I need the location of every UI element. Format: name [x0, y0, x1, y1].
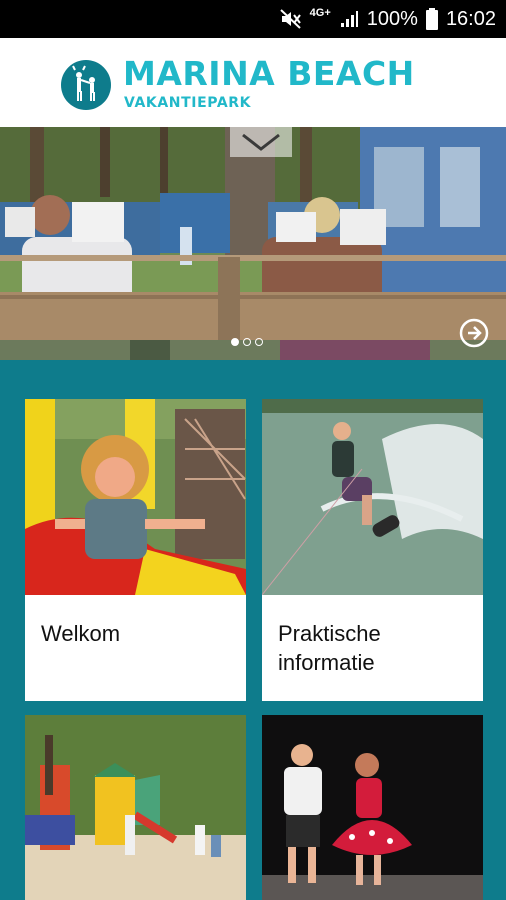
tile-praktische-informatie[interactable]: Praktische informatie [262, 399, 483, 701]
tile-photo-waterskiing [262, 399, 483, 595]
park-subtitle: VAKANTIEPARK [124, 95, 252, 111]
clock: 16:02 [445, 7, 496, 30]
carousel-dot[interactable] [231, 338, 239, 346]
app-header: MARINA BEACH VAKANTIEPARK [0, 38, 506, 127]
tile-photo-playground-slide [25, 399, 246, 595]
battery-level: 100% [366, 7, 418, 30]
carousel-dot[interactable] [255, 338, 263, 346]
hero-carousel[interactable] [0, 127, 506, 360]
tile-label: Praktische informatie [278, 621, 381, 675]
signal-icon [339, 9, 359, 29]
hero-photo [0, 127, 506, 360]
chevron-down-icon [242, 133, 280, 151]
carousel-next-button[interactable] [459, 318, 489, 348]
tile-photo-kids-dancing [262, 715, 483, 900]
network-type: 4G+ [309, 7, 331, 19]
tile-playground[interactable] [25, 715, 246, 900]
tile-photo-playground [25, 715, 246, 900]
park-name: MARINA BEACH [123, 54, 415, 93]
battery-icon [425, 8, 438, 30]
arrow-right-icon [459, 318, 489, 348]
carousel-pagination [231, 338, 263, 346]
tile-label: Welkom [41, 621, 121, 646]
tile-dance[interactable] [262, 715, 483, 900]
logo-icon [61, 60, 111, 110]
status-bar: 4G+ 100% 16:02 [0, 0, 506, 38]
tile-welkom[interactable]: Welkom [25, 399, 246, 701]
mute-icon [279, 9, 302, 29]
carousel-dot[interactable] [243, 338, 251, 346]
collapse-tab[interactable] [230, 127, 292, 157]
